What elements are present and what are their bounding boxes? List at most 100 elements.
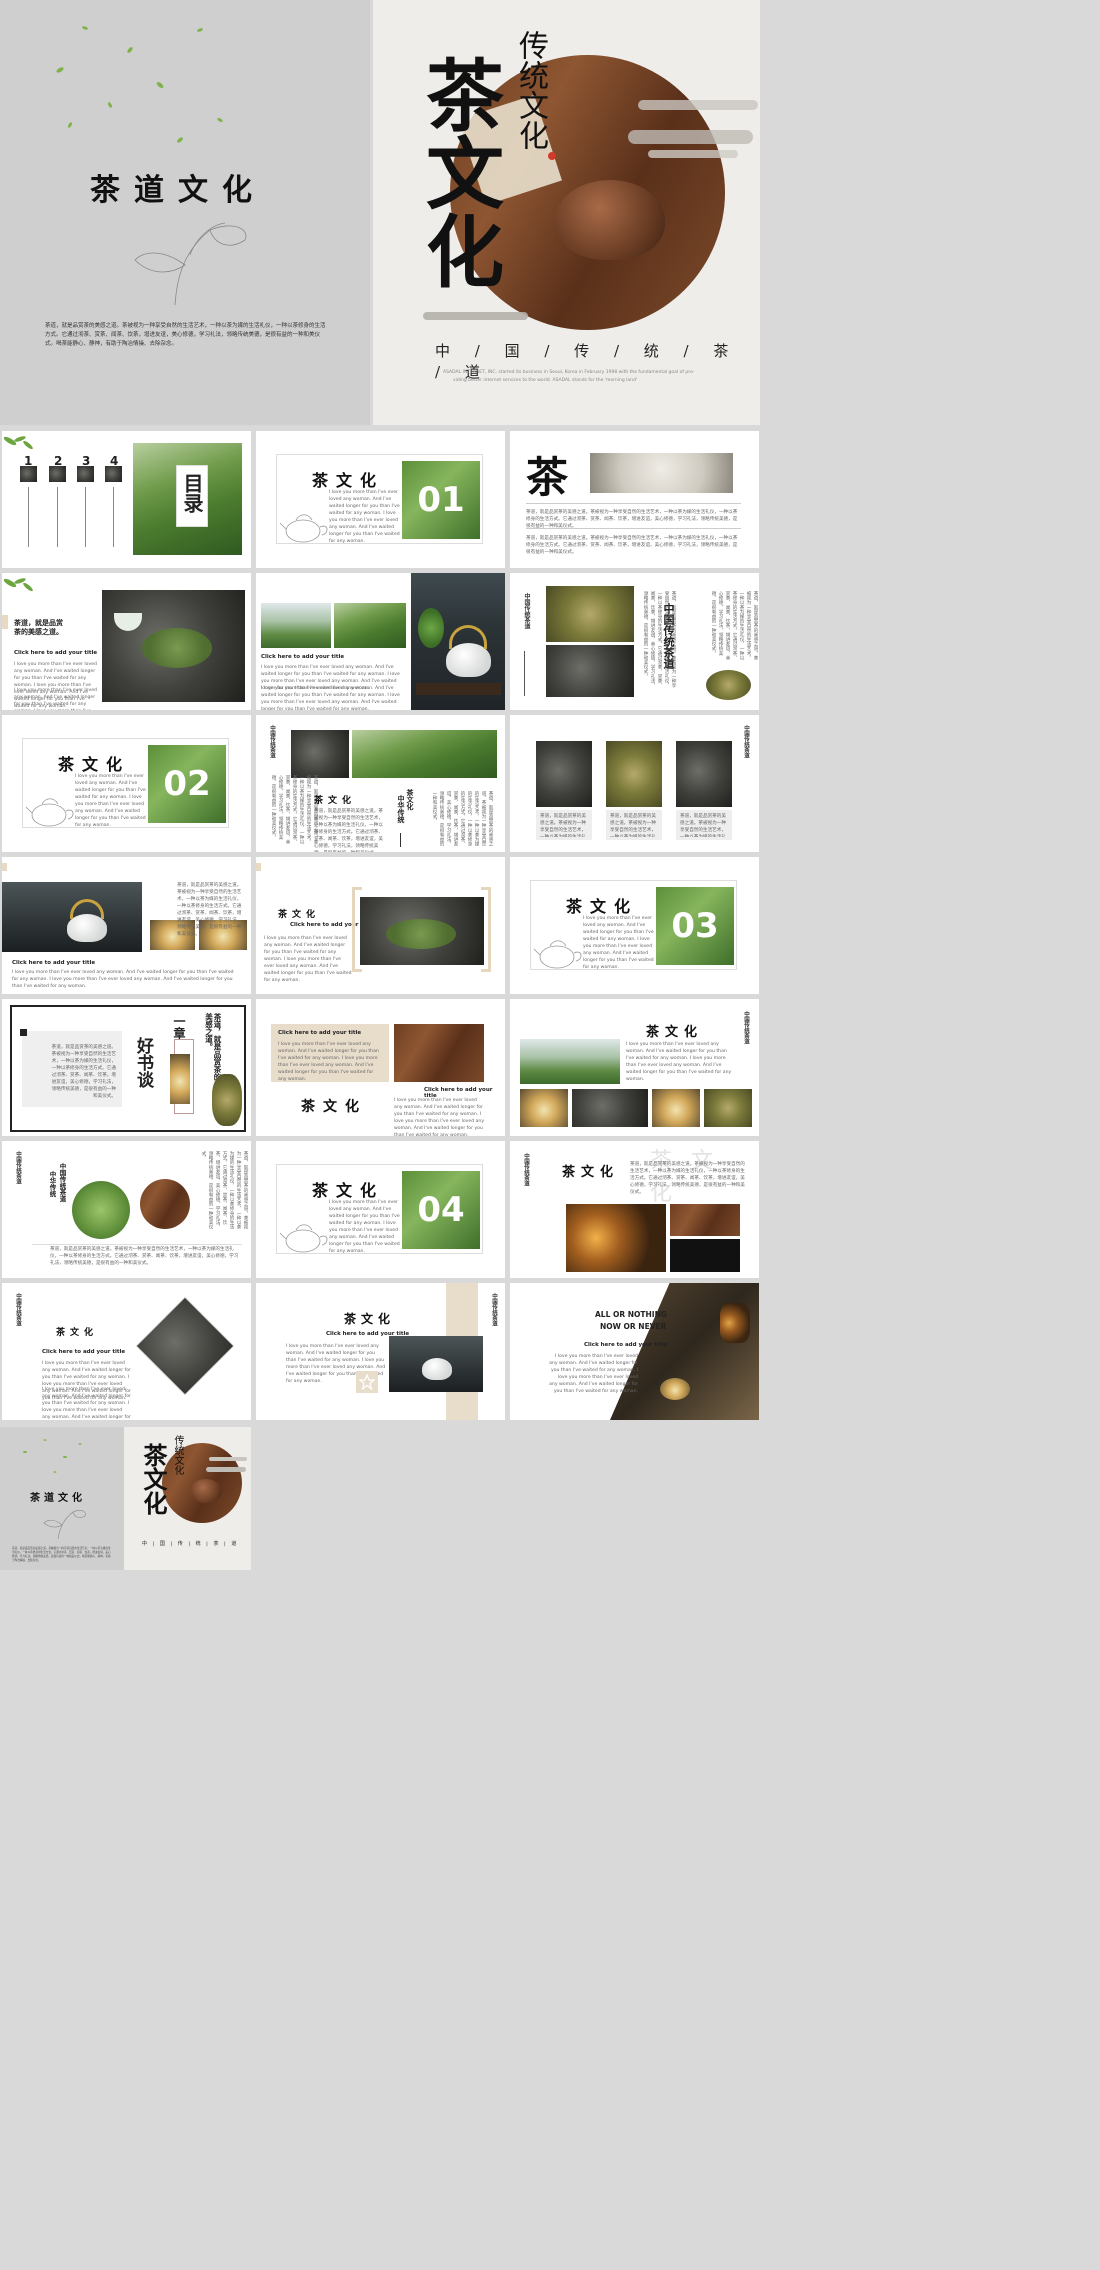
section-title: 茶文化 — [58, 755, 131, 774]
photo-e — [704, 1089, 752, 1127]
photo-c — [706, 670, 751, 700]
mini-hero-vertical: 传统文化 — [172, 1435, 183, 1475]
body-1: I love you more than I've ever loved any… — [278, 1042, 379, 1082]
leaf-sketch-icon — [134, 222, 247, 306]
slide-diamond[interactable]: 中国传统茶道 茶文化 Click here to add your title … — [2, 1283, 251, 1420]
hero-small-2: viding better internet services to the w… — [453, 378, 638, 383]
click-title: Click here to add your title — [12, 960, 96, 966]
side-label: 中国传统茶道 — [743, 725, 749, 758]
body: I love you more than I've ever loved any… — [626, 1042, 732, 1082]
slide-cha-intro[interactable]: 茶 茶道，就是品赏茶的美感之道。茶被视为一种享受自然的生活艺术，一种以茶为媒的生… — [510, 431, 759, 568]
click-title: Click here to add your title — [584, 1342, 668, 1348]
leaf-sketch-icon — [43, 1510, 86, 1540]
slide-tea-field[interactable]: 中国传统茶道 茶道，就是品赏茶的美感之道。茶被视为一种享受自然的生活艺术，一种以… — [256, 715, 505, 852]
toc-title: 目录 — [180, 473, 204, 513]
click-title: Click here to add your title — [261, 654, 345, 660]
all-or-nothing: ALL OR NOTHING — [595, 1310, 668, 1319]
slide-toc[interactable]: 1 2 3 4 目录 — [2, 431, 251, 568]
slide-circles[interactable]: 中国传统茶道 中国传统茶道 中华传统 茶道，就是品赏茶的美感之道。茶被视为一种享… — [2, 1141, 251, 1278]
vertical-body-2: 茶道，就是品赏茶的美感之道。茶被视为一种享受自然的生活艺术，一种以茶为媒的生活礼… — [711, 591, 758, 660]
side-label: 中国传统茶道 — [523, 593, 530, 629]
mini-hero-big: 茶文化 — [139, 1443, 168, 1515]
brush-stroke-2 — [628, 130, 753, 144]
side-label: 中国传统茶道 — [15, 1293, 21, 1326]
slide-section-04[interactable]: 茶文化 I love you more than I've ever loved… — [256, 1141, 505, 1278]
photo-d — [652, 1089, 700, 1127]
slide-all-or-nothing[interactable]: ALL OR NOTHING NOW OR NEVER Click here t… — [510, 1283, 759, 1420]
mini-brush-1 — [209, 1457, 247, 1461]
cover-slide-left[interactable]: 茶道文化 茶道，就是品赏茶的美感之道。茶被视为一种享受自然的生活艺术，一种以茶为… — [0, 0, 370, 425]
slide-beige-block[interactable]: Click here to add your title I love you … — [256, 999, 505, 1136]
caption-a: 茶道，就是品赏茶的美感之道。茶被视为一种享受自然的生活艺术，一种以茶为媒的生活礼… — [540, 814, 586, 837]
photo-b — [546, 645, 634, 697]
side-label: 中国传统茶道 — [269, 725, 275, 758]
slide-quote-photo[interactable]: 茶道，就是品赏茶的美感之道。 Click here to add your ti… — [2, 573, 251, 710]
mini-teapot — [190, 1479, 222, 1503]
cha-body-1: 茶道，就是品赏茶的美感之道。茶被视为一种享受自然的生活艺术，一种以茶为媒的生活礼… — [526, 510, 738, 529]
slide-section-02[interactable]: 茶文化 I love you more than I've ever loved… — [2, 715, 251, 852]
body: 茶道，就是品赏茶的美感之道。茶被视为一种享受自然的生活艺术，一种以茶为媒的生活礼… — [630, 1162, 745, 1195]
garden-photo-1 — [261, 603, 331, 648]
cover-paragraph: 茶道，就是品赏茶的美感之道。茶被视为一种享受自然的生活艺术，一种以茶为媒的生活礼… — [45, 323, 326, 347]
right-body: 茶道，就是品赏茶的美感之道。茶被视为一种享受自然的生活艺术，一种以茶为媒的生活礼… — [177, 883, 242, 937]
cover-title: 茶道文化 — [90, 173, 266, 208]
black-marker — [20, 1029, 27, 1036]
body: I love you more than I've ever loved any… — [264, 936, 352, 983]
leaf-corner-icon — [3, 436, 33, 450]
section-title: 茶文化 — [56, 1328, 99, 1338]
teapot-sketch-icon — [25, 798, 74, 827]
tea-culture-vertical: 茶文化 — [406, 789, 415, 810]
teapot-shape — [555, 180, 665, 260]
black-panel — [670, 1239, 740, 1272]
toc-thumb-4 — [105, 466, 122, 482]
cover-slide-right[interactable]: 传统文化 茶文化 中 / 国 / 传 / 统 / 茶 / 道 ASADAL IN… — [373, 0, 760, 425]
teapot-sketch-icon — [279, 1224, 328, 1253]
candle-photo — [566, 1204, 666, 1272]
teapot-sketch-icon — [533, 940, 582, 969]
teapot-photo — [394, 1024, 484, 1082]
china-tea-vertical: 中华传统 — [397, 795, 406, 823]
book-body: 茶道，就是品赏茶的美感之道。茶被视为一种享受自然的生活艺术，一种以茶为媒的生活礼… — [51, 1045, 116, 1099]
section-body: I love you more than I've ever loved any… — [329, 490, 400, 544]
brush-stroke-1 — [638, 100, 758, 110]
china-tea-vertical-2: 中华传统 — [48, 1171, 56, 1197]
slide-book-talk[interactable]: 茶道，就是品赏茶的美感之道。茶被视为一种享受自然的生活艺术，一种以茶为媒的生活礼… — [2, 999, 251, 1136]
slide-title-photos[interactable]: 茶文化 中国传统茶道 I love you more than I've eve… — [510, 999, 759, 1136]
circle-photo-1 — [72, 1181, 130, 1239]
circle-photo-2 — [140, 1179, 190, 1229]
section-title: 茶文化 — [566, 897, 639, 916]
white-teapot — [422, 1358, 452, 1380]
leaves-mound — [386, 919, 456, 949]
star-box — [356, 1371, 378, 1393]
click-title: Click here to add your title — [42, 1349, 126, 1355]
brush-stroke-4 — [423, 312, 528, 320]
star-icon — [359, 1374, 375, 1390]
cup-overlay — [660, 1378, 690, 1400]
hero-small-1: ASADAL INTERNET, INC. started its busine… — [443, 370, 695, 375]
photo-a — [536, 741, 592, 807]
toc-thumb-1 — [20, 466, 37, 482]
slide-ghost-title[interactable]: 茶 文 化 中国传统茶道 茶文化 茶道，就是品赏茶的美感之道。茶被视为一种享受自… — [510, 1141, 759, 1278]
slide-three-photos[interactable]: 茶道，就是品赏茶的美感之道。茶被视为一种享受自然的生活艺术，一种以茶为媒的生活礼… — [510, 715, 759, 852]
slide-teapot-window[interactable]: 茶道，就是品赏茶的美感之道。茶被视为一种享受自然的生活艺术，一种以茶为媒的生活礼… — [2, 857, 251, 994]
cup-photo — [170, 1054, 190, 1104]
leaves-mound — [142, 628, 212, 668]
section-body: I love you more than I've ever loved any… — [583, 916, 654, 970]
slide-china-tea-1[interactable]: 中国传统茶道 茶道，就是品赏茶的美感之道。茶被视为一种享受自然的生活艺术，一种以… — [510, 573, 759, 710]
click-title-1: Click here to add your title — [278, 1030, 362, 1036]
slide-star[interactable]: 中国传统茶道 茶文化 Click here to add your title … — [256, 1283, 505, 1420]
section-title: 茶文化 — [278, 910, 321, 920]
photo-b — [606, 741, 662, 807]
quote-text: 茶道，就是品赏茶的美感之道。 — [14, 619, 63, 636]
mini-cover-left[interactable]: 茶道文化 茶道，就是品赏茶的美感之道。茶被视为一种享受自然的生活艺术，一种以茶为… — [0, 1427, 124, 1570]
mini-cover-right[interactable]: 传统文化 茶文化 中 | 国 | 传 | 统 | 茶 | 道 — [124, 1427, 251, 1570]
body: I love you more than I've ever loved any… — [12, 970, 234, 989]
cha-photo — [590, 453, 733, 493]
mini-cover-paragraph: 茶道，就是品赏茶的美感之道。茶被视为一种享受自然的生活艺术，一种以茶为媒的生活礼… — [12, 1547, 111, 1562]
slide-section-01[interactable]: 茶文化 I love you more than I've ever loved… — [256, 431, 505, 568]
slide-section-03[interactable]: 茶文化 I love you more than I've ever loved… — [510, 857, 759, 994]
slide-gallery-wide[interactable]: Click here to add your title I love you … — [256, 573, 505, 710]
garden-photo-2 — [334, 603, 406, 648]
photo-b — [520, 1089, 568, 1127]
slide-tea-frame[interactable]: 茶文化 Click here to add your title I love … — [256, 857, 505, 994]
